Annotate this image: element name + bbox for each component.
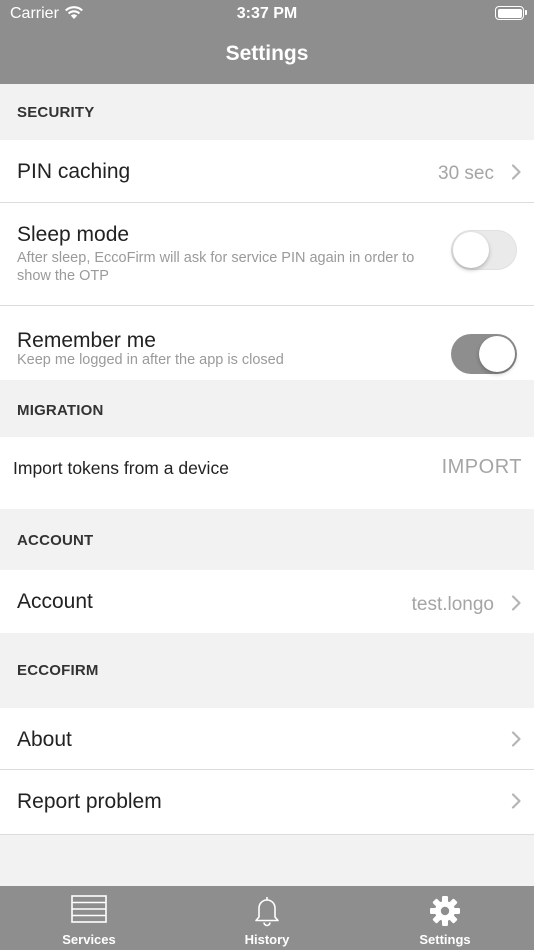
- pin-caching-title: PIN caching: [17, 160, 131, 183]
- remember-me-subtitle: Keep me logged in after the app is close…: [17, 352, 284, 368]
- import-button[interactable]: IMPORT: [442, 456, 522, 479]
- tab-label: Services: [62, 932, 116, 947]
- import-row: Import tokens from a device IMPORT: [0, 437, 534, 509]
- import-tokens-label: Import tokens from a device: [13, 458, 229, 478]
- services-list-icon: [71, 895, 107, 923]
- status-bar: Carrier 3:37 PM: [0, 0, 534, 28]
- account-title: Account: [17, 590, 93, 613]
- navigation-bar: Carrier 3:37 PM Settings: [0, 0, 534, 84]
- section-header-migration: MIGRATION: [0, 380, 534, 437]
- remember-me-title: Remember me: [17, 329, 156, 352]
- remember-me-toggle[interactable]: [451, 334, 517, 374]
- about-row[interactable]: About: [0, 708, 534, 769]
- section-header-account: ACCOUNT: [0, 509, 534, 570]
- account-row[interactable]: Account test.longo: [0, 570, 534, 633]
- chevron-right-icon: [511, 731, 521, 747]
- section-header-label: MIGRATION: [17, 402, 104, 419]
- section-header-eccofirm: ECCOFIRM: [0, 633, 534, 708]
- account-value: test.longo: [411, 594, 494, 615]
- sleep-mode-subtitle: After sleep, EccoFirm will ask for servi…: [17, 250, 415, 284]
- chevron-right-icon: [511, 793, 521, 809]
- tab-settings[interactable]: Settings: [356, 886, 534, 950]
- pin-caching-row[interactable]: PIN caching 30 sec: [0, 140, 534, 202]
- sleep-mode-title: Sleep mode: [17, 223, 130, 246]
- tab-label: Settings: [419, 932, 471, 947]
- sleep-mode-row: Sleep mode After sleep, EccoFirm will as…: [0, 203, 534, 305]
- section-header-security: SECURITY: [0, 84, 534, 140]
- bell-icon: [255, 897, 279, 927]
- section-header-label: ECCOFIRM: [17, 662, 99, 679]
- status-time: 3:37 PM: [236, 5, 298, 22]
- report-problem-title: Report problem: [17, 790, 162, 813]
- divider: [0, 834, 534, 835]
- sleep-mode-toggle[interactable]: [451, 230, 517, 270]
- about-title: About: [17, 728, 72, 751]
- tab-label: History: [244, 932, 290, 947]
- section-header-label: ACCOUNT: [17, 532, 94, 549]
- battery-icon: [495, 6, 527, 20]
- tab-bar: Services History Settings: [0, 886, 534, 950]
- report-problem-row[interactable]: Report problem: [0, 770, 534, 834]
- gear-icon: [430, 896, 460, 926]
- chevron-right-icon: [511, 595, 521, 611]
- tab-history[interactable]: History: [178, 886, 356, 950]
- page-title: Settings: [225, 42, 309, 65]
- pin-caching-value: 30 sec: [438, 163, 494, 184]
- tab-services[interactable]: Services: [0, 886, 178, 950]
- chevron-right-icon: [511, 164, 521, 180]
- section-header-label: SECURITY: [17, 104, 95, 121]
- remember-me-row: Remember me Keep me logged in after the …: [0, 306, 534, 380]
